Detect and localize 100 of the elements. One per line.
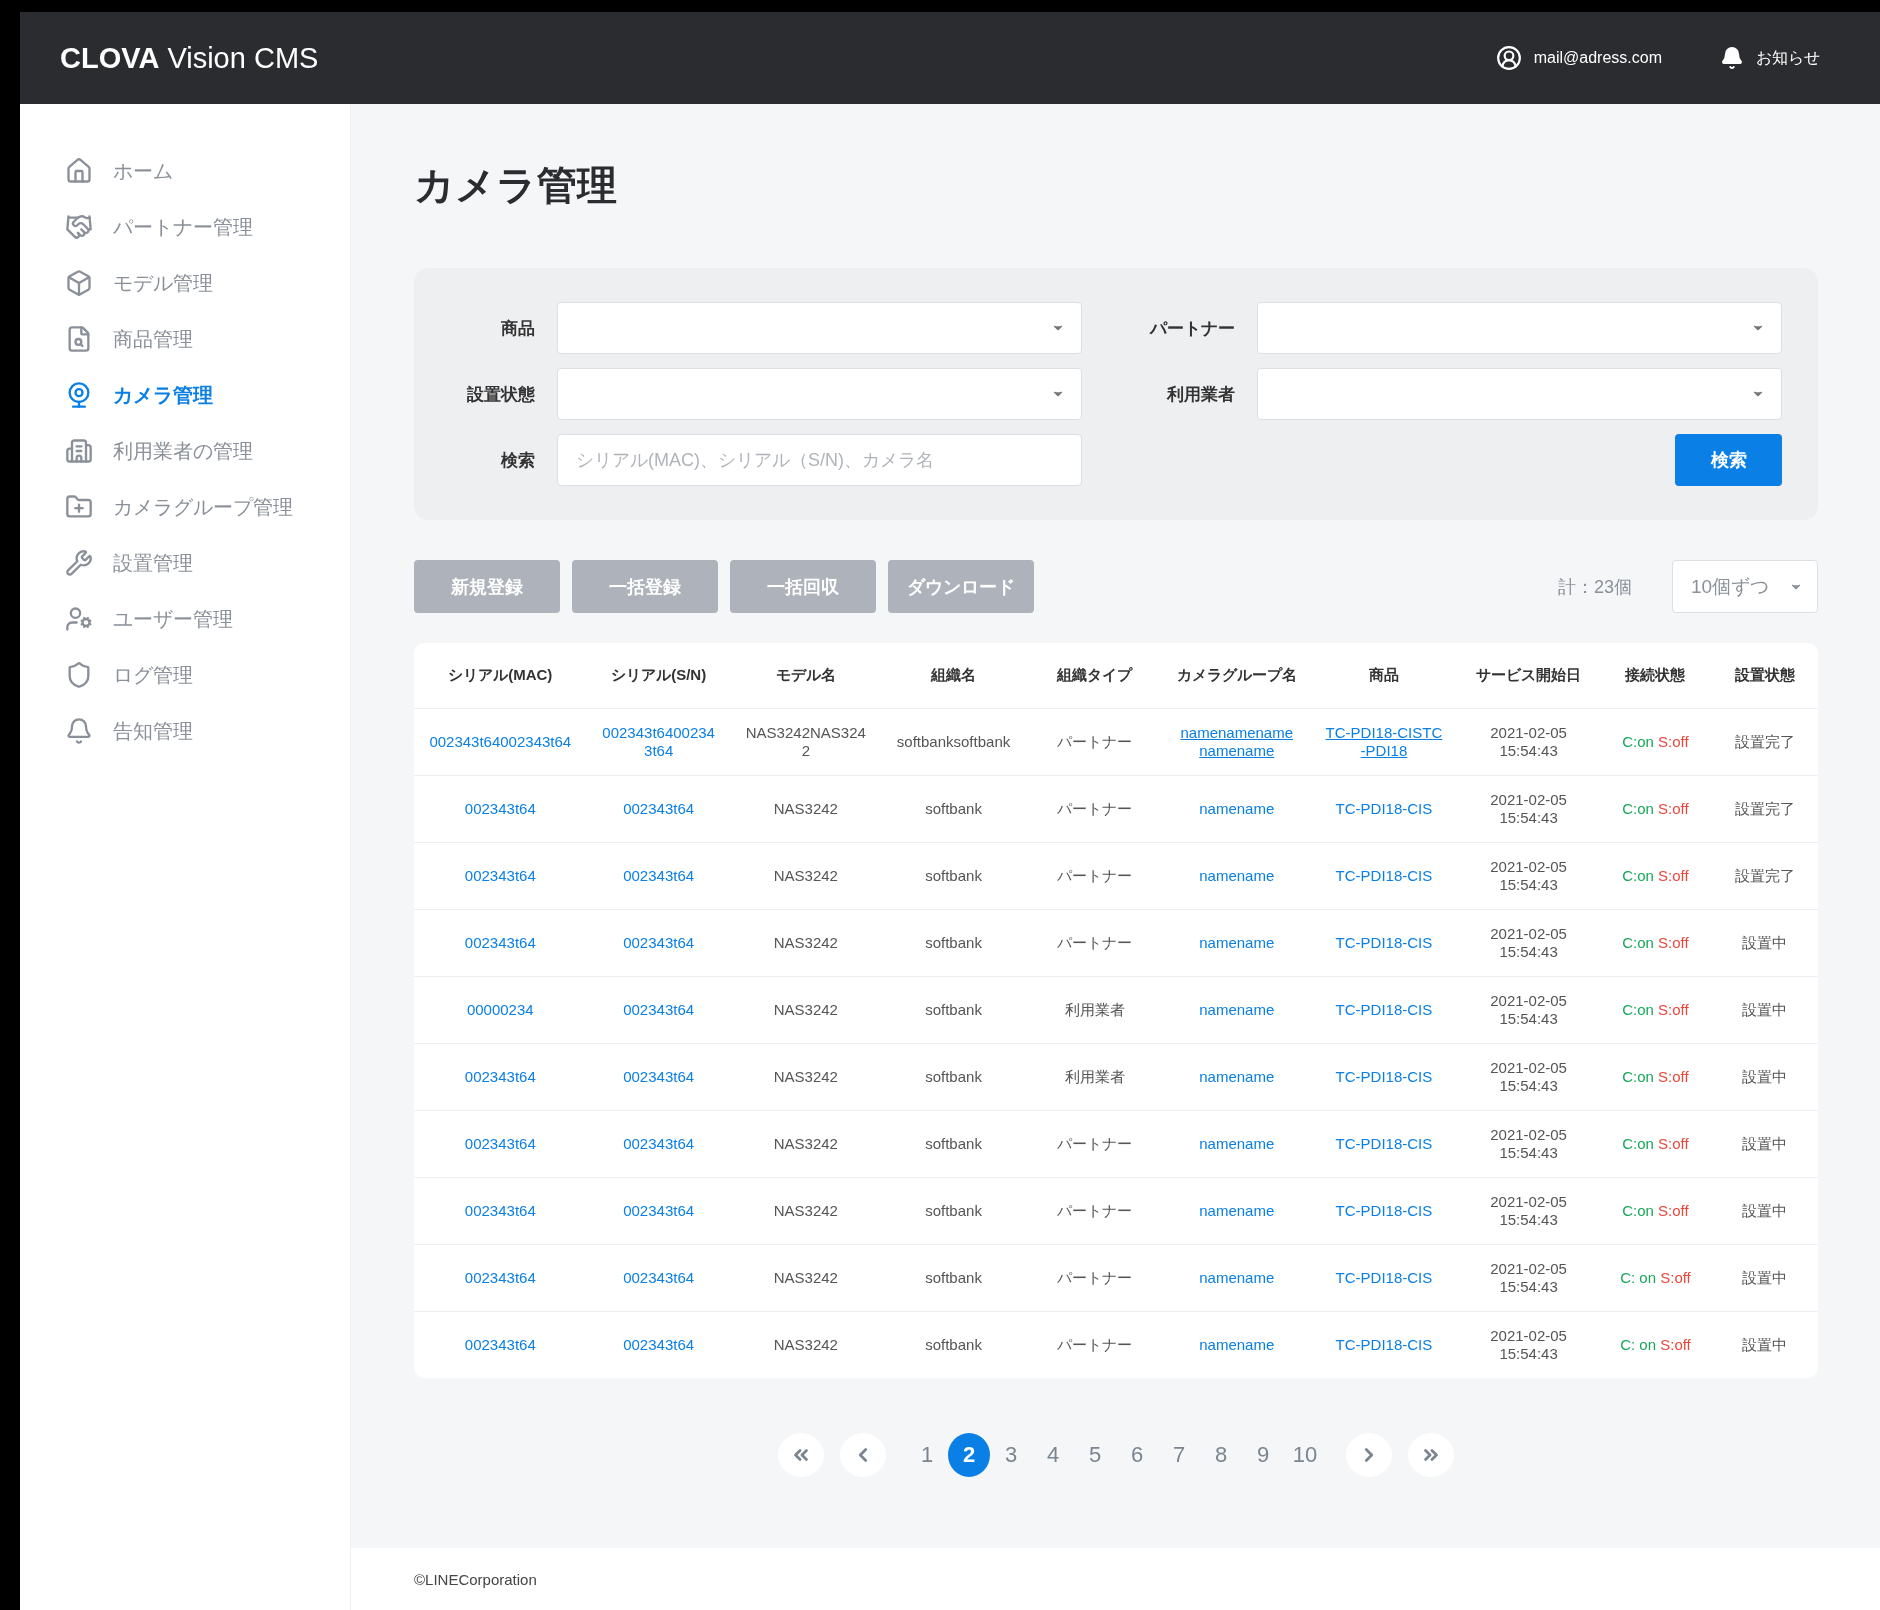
sidebar-item[interactable]: パートナー管理 <box>65 212 350 242</box>
select-field[interactable] <box>557 368 1082 420</box>
group-link[interactable]: namename <box>1199 1000 1275 1019</box>
sidebar-item[interactable]: 商品管理 <box>65 324 350 354</box>
table-cell-text: 2021-02-05 15:54:43 <box>1489 790 1568 827</box>
notifications-link[interactable]: お知らせ <box>1756 47 1820 69</box>
serial-link[interactable]: 002343t64 <box>464 1134 536 1153</box>
table-cell: softbank <box>925 866 982 884</box>
page-button[interactable]: 2 <box>948 1433 990 1477</box>
page-button[interactable]: 1 <box>906 1433 948 1477</box>
sidebar-item[interactable]: ログ管理 <box>65 660 350 690</box>
column-header: シリアル(MAC) <box>414 643 587 708</box>
first-page-button[interactable] <box>778 1433 824 1477</box>
sidebar-item[interactable]: 利用業者の管理 <box>65 436 350 466</box>
server-status: S:off <box>1658 1067 1689 1085</box>
product-link[interactable]: TC-PDI18-CIS <box>1335 1268 1433 1287</box>
table-cell: softbank <box>925 1201 982 1219</box>
group-link[interactable]: namename <box>1199 799 1275 818</box>
action-button[interactable]: 一括登録 <box>572 560 718 613</box>
page-button[interactable]: 4 <box>1032 1433 1074 1477</box>
serial-link[interactable]: 002343t64 <box>623 799 695 818</box>
page-button[interactable]: 9 <box>1242 1433 1284 1477</box>
serial-link[interactable]: 002343t64002343t64 <box>429 732 572 751</box>
product-link[interactable]: TC-PDI18-CISTC-PDI18 <box>1324 723 1444 760</box>
sidebar-item[interactable]: カメラ管理 <box>65 380 350 410</box>
serial-link[interactable]: 002343t64 <box>464 1268 536 1287</box>
serial-link[interactable]: 002343t64 <box>464 866 536 885</box>
last-page-button[interactable] <box>1408 1433 1454 1477</box>
product-link[interactable]: TC-PDI18-CIS <box>1335 933 1433 952</box>
page-button[interactable]: 7 <box>1158 1433 1200 1477</box>
group-link[interactable]: namename <box>1199 1201 1275 1220</box>
serial-link[interactable]: 002343t64 <box>464 799 536 818</box>
product-link[interactable]: TC-PDI18-CIS <box>1335 1134 1433 1153</box>
product-link[interactable]: TC-PDI18-CIS <box>1335 866 1433 885</box>
serial-link[interactable]: 002343t64 <box>464 1335 536 1354</box>
page-size-select[interactable]: 10個ずつ <box>1672 560 1818 613</box>
prev-page-button[interactable] <box>840 1433 886 1477</box>
action-button[interactable]: ダウンロード <box>888 560 1034 613</box>
search-field[interactable]: シリアル(MAC)、シリアル（S/N)、カメラ名 <box>557 434 1082 486</box>
sidebar-item[interactable]: ユーザー管理 <box>65 604 350 634</box>
serial-link[interactable]: 002343t64 <box>623 1201 695 1220</box>
page-button[interactable]: 10 <box>1284 1433 1326 1477</box>
table-cell-text: 2021-02-05 15:54:43 <box>1489 1192 1568 1229</box>
group-link[interactable]: namename <box>1199 866 1275 885</box>
page-button[interactable]: 8 <box>1200 1433 1242 1477</box>
user-icon[interactable] <box>1495 45 1522 71</box>
product-link[interactable]: TC-PDI18-CIS <box>1335 1000 1433 1019</box>
group-link[interactable]: namenamenamenamename <box>1177 723 1297 760</box>
page-button[interactable]: 3 <box>990 1433 1032 1477</box>
table-cell-text: 2021-02-05 15:54:43 <box>1489 1058 1568 1095</box>
sidebar-item[interactable]: 告知管理 <box>65 716 350 746</box>
table-cell: 利用業者 <box>1064 1067 1125 1085</box>
group-link[interactable]: namename <box>1199 1067 1275 1086</box>
table-cell: 設置完了 <box>1734 732 1795 750</box>
bell-icon[interactable] <box>1720 46 1744 70</box>
next-page-button[interactable] <box>1346 1433 1392 1477</box>
serial-link[interactable]: 00000234 <box>466 1000 534 1019</box>
page-button[interactable]: 6 <box>1116 1433 1158 1477</box>
serial-link[interactable]: 002343t64 <box>623 1134 695 1153</box>
search-button[interactable]: 検索 <box>1675 434 1782 486</box>
table-cell: NAS3242 <box>773 799 838 817</box>
table-cell: パートナー <box>1057 866 1133 884</box>
user-email[interactable]: mail@adress.com <box>1533 49 1662 67</box>
sidebar-item[interactable]: ホーム <box>65 156 350 186</box>
copyright: ©LINECorporation <box>414 1570 537 1588</box>
product-link[interactable]: TC-PDI18-CIS <box>1335 1335 1433 1354</box>
group-link[interactable]: namename <box>1199 1134 1275 1153</box>
group-link[interactable]: namename <box>1199 1335 1275 1354</box>
serial-link[interactable]: 002343t64 <box>623 1335 695 1354</box>
serial-link[interactable]: 002343t64 <box>623 1067 695 1086</box>
group-link[interactable]: namename <box>1199 1268 1275 1287</box>
sidebar-item[interactable]: 設置管理 <box>65 548 350 578</box>
serial-link[interactable]: 002343t64 <box>464 933 536 952</box>
serial-link[interactable]: 002343t64 <box>464 1067 536 1086</box>
total-count: 計：23個 <box>1557 575 1632 599</box>
group-link[interactable]: namename <box>1199 933 1275 952</box>
serial-link[interactable]: 002343t64 <box>623 866 695 885</box>
product-link[interactable]: TC-PDI18-CIS <box>1335 1201 1433 1220</box>
page-button[interactable]: 5 <box>1074 1433 1116 1477</box>
serial-link[interactable]: 002343t64 <box>623 933 695 952</box>
action-button[interactable]: 新規登録 <box>414 560 560 613</box>
product-link[interactable]: TC-PDI18-CIS <box>1335 799 1433 818</box>
table-cell-text: 2021-02-05 15:54:43 <box>1489 1125 1568 1162</box>
serial-link[interactable]: 002343t64002343t64 <box>600 723 717 760</box>
select-field[interactable] <box>1257 302 1782 354</box>
serial-link[interactable]: 002343t64 <box>623 1268 695 1287</box>
camera-status: C:on <box>1622 1067 1654 1085</box>
action-button[interactable]: 一括回収 <box>730 560 876 613</box>
product-link[interactable]: TC-PDI18-CIS <box>1335 1067 1433 1086</box>
serial-link[interactable]: 002343t64 <box>623 1000 695 1019</box>
table-cell: softbanksoftbank <box>896 732 1011 750</box>
sidebar-item[interactable]: モデル管理 <box>65 268 350 298</box>
page-title: カメラ管理 <box>414 162 618 209</box>
logo: CLOVA Vision CMS <box>60 41 320 75</box>
serial-link[interactable]: 002343t64 <box>464 1201 536 1220</box>
sidebar-item[interactable]: カメラグループ管理 <box>65 492 350 522</box>
select-field[interactable] <box>1257 368 1782 420</box>
camera-status: C: on <box>1620 1268 1657 1286</box>
select-field[interactable] <box>557 302 1082 354</box>
server-status: S:off <box>1658 1134 1689 1152</box>
